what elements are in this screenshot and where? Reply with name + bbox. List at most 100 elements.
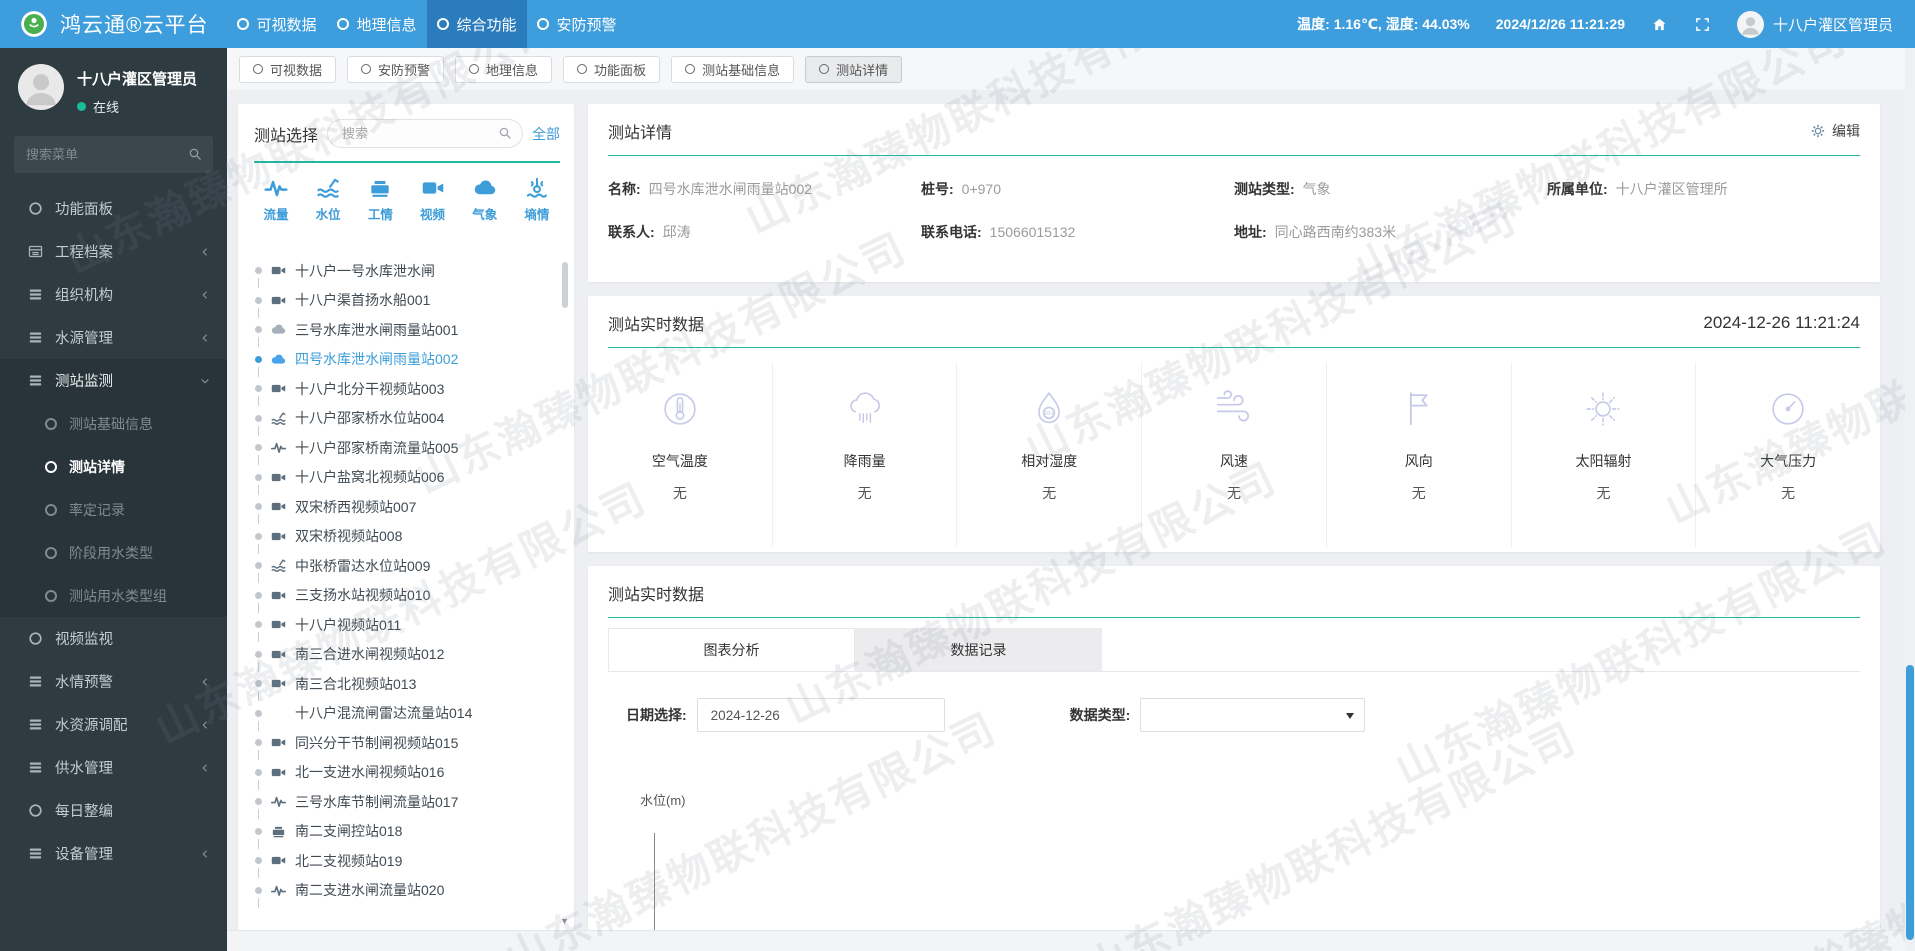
chart-tab[interactable]: 图表分析 <box>608 628 855 671</box>
metric-card: 降雨量无 <box>772 362 957 548</box>
tree-item[interactable]: 十八户一号水库泄水闸 <box>255 256 558 286</box>
tree-item[interactable]: 十八户视频站011 <box>255 610 558 640</box>
user-menu[interactable]: 十八户灌区管理员 <box>1737 11 1893 38</box>
open-tab[interactable]: 测站详情 <box>805 56 902 83</box>
tree-item[interactable]: 十八户北分干视频站003 <box>255 374 558 404</box>
sidebar-submenu-item[interactable]: 测站用水类型组 <box>0 574 227 617</box>
edit-label: 编辑 <box>1832 121 1860 141</box>
tree-item[interactable]: 南二支进水闸流量站020 <box>255 876 558 906</box>
page-scrollbar[interactable] <box>1905 48 1915 951</box>
tree-item[interactable]: 同兴分干节制闸视频站015 <box>255 728 558 758</box>
station-filter-video[interactable]: 视频 <box>411 175 455 223</box>
list-icon <box>27 845 44 862</box>
user-avatar-icon <box>1737 11 1764 38</box>
chart-tab[interactable]: 数据记录 <box>855 628 1102 671</box>
tree-item[interactable]: 四号水库泄水闸雨量站002 <box>255 345 558 375</box>
sidebar-menu-item[interactable]: 设备管理 <box>0 832 227 875</box>
tree-scroll-down-icon[interactable]: ▼ <box>560 917 569 926</box>
sidebar-submenu-item[interactable]: 阶段用水类型 <box>0 531 227 574</box>
tree-item[interactable]: 北二支视频站019 <box>255 846 558 876</box>
topbar-nav-item[interactable]: 安防预警 <box>527 0 627 48</box>
station-search-input[interactable] <box>327 119 523 148</box>
online-dot-icon <box>77 102 86 111</box>
sidebar-menu-item[interactable]: 测站监测 <box>0 359 227 402</box>
sidebar-menu-item[interactable]: 视频监视 <box>0 617 227 660</box>
detail-fields-row2: 联系人:邱涛联系电话:15066015132地址:同心路西南约383米 <box>588 222 1880 242</box>
video-icon <box>270 262 287 279</box>
station-filter-gate[interactable]: 工情 <box>358 175 402 223</box>
date-picker[interactable]: 2024-12-26 <box>697 698 945 732</box>
chart-area: 水位(m) <box>640 790 1880 930</box>
sidebar-submenu-item[interactable]: 测站详情 <box>0 445 227 488</box>
tree-item[interactable]: 北一支进水闸视频站016 <box>255 758 558 788</box>
tree-item[interactable]: 双宋桥西视频站007 <box>255 492 558 522</box>
tree-item[interactable]: 十八户渠首扬水船001 <box>255 286 558 316</box>
topbar-nav: 可视数据地理信息综合功能安防预警 <box>227 0 627 48</box>
tree-bullet-icon <box>255 326 262 333</box>
open-tab[interactable]: 地理信息 <box>455 56 552 83</box>
field-value: 邱涛 <box>663 222 691 242</box>
metric-card: 大气压力无 <box>1695 362 1880 548</box>
edit-button[interactable]: 编辑 <box>1810 121 1860 141</box>
station-filter-soil[interactable]: 墒情 <box>515 175 559 223</box>
detail-field: 联系电话:15066015132 <box>921 222 1234 242</box>
tree-scrollbar[interactable] <box>562 262 568 308</box>
detail-field: 名称:四号水库泄水闸雨量站002 <box>608 179 921 199</box>
station-filter-label: 流量 <box>263 204 288 223</box>
sidebar-menu-item[interactable]: 工程档案 <box>0 230 227 273</box>
tree-item[interactable]: 十八户邵家桥南流量站005 <box>255 433 558 463</box>
station-filter-flow[interactable]: 流量 <box>254 175 298 223</box>
sidebar-menu-item[interactable]: 水资源调配 <box>0 703 227 746</box>
realtime-data-card: 测站实时数据 2024-12-26 11:21:24 空气温度无降雨量无RH相对… <box>588 296 1880 552</box>
sidebar-submenu-label: 测站用水类型组 <box>69 586 167 606</box>
sidebar-menu-item[interactable]: 水情预警 <box>0 660 227 703</box>
topbar-nav-item[interactable]: 地理信息 <box>327 0 427 48</box>
tree-item[interactable]: 中张桥雷达水位站009 <box>255 551 558 581</box>
tree-item[interactable]: 双宋桥视频站008 <box>255 522 558 552</box>
page-scrollbar-thumb[interactable] <box>1906 665 1914 940</box>
sidebar-search-input[interactable] <box>14 136 213 173</box>
sidebar-menu-item[interactable]: 水源管理 <box>0 316 227 359</box>
sidebar-menu-item[interactable]: 组织机构 <box>0 273 227 316</box>
metric-card: RH相对湿度无 <box>956 362 1141 548</box>
tree-item[interactable]: 十八户混流闸雷达流量站014 <box>255 699 558 729</box>
tree-item[interactable]: 十八户邵家桥水位站004 <box>255 404 558 434</box>
search-icon <box>187 146 203 162</box>
tree-bullet-icon <box>255 739 262 746</box>
sidebar-menu-item[interactable]: 供水管理 <box>0 746 227 789</box>
data-type-select[interactable] <box>1140 698 1365 732</box>
station-filter-level[interactable]: 水位 <box>306 175 350 223</box>
tree-item-label: 南三合北视频站013 <box>295 674 416 694</box>
topbar-nav-item[interactable]: 综合功能 <box>427 0 527 48</box>
sidebar-submenu-item[interactable]: 测站基础信息 <box>0 402 227 445</box>
open-tab[interactable]: 功能面板 <box>563 56 660 83</box>
topbar-nav-item[interactable]: 可视数据 <box>227 0 327 48</box>
tree-item[interactable]: 十八户盐窝北视频站006 <box>255 463 558 493</box>
metric-card: 风向无 <box>1326 362 1511 548</box>
tree-item[interactable]: 南三合北视频站013 <box>255 669 558 699</box>
tree-item[interactable]: 三号水库节制闸流量站017 <box>255 787 558 817</box>
all-stations-link[interactable]: 全部 <box>532 124 560 144</box>
chart-filter-form: 日期选择: 2024-12-26 数据类型: <box>626 698 1880 732</box>
fullscreen-icon[interactable] <box>1694 16 1711 33</box>
video-icon <box>270 616 287 633</box>
metric-label: 相对湿度 <box>1021 451 1077 471</box>
open-tab[interactable]: 安防预警 <box>347 56 444 83</box>
profile-avatar-icon[interactable] <box>18 64 64 110</box>
tree-item[interactable]: 南三合进水闸视频站012 <box>255 640 558 670</box>
metric-value: 无 <box>1781 483 1795 503</box>
sidebar-menu-item[interactable]: 功能面板 <box>0 187 227 230</box>
tree-item[interactable]: 三号水库泄水闸雨量站001 <box>255 315 558 345</box>
sidebar-submenu-item[interactable]: 率定记录 <box>0 488 227 531</box>
open-tab[interactable]: 可视数据 <box>239 56 336 83</box>
tree-item[interactable]: 南二支闸控站018 <box>255 817 558 847</box>
station-filter-cloud[interactable]: 气象 <box>463 175 507 223</box>
sidebar-menu-item[interactable]: 每日整编 <box>0 789 227 832</box>
cloud-icon <box>270 351 287 368</box>
home-icon[interactable] <box>1651 16 1668 33</box>
station-type-filters: 流量水位工情视频气象墒情 <box>238 163 574 231</box>
tree-item[interactable]: 三支扬水站视频站010 <box>255 581 558 611</box>
open-tab[interactable]: 测站基础信息 <box>671 56 794 83</box>
sidebar-menu-label: 每日整编 <box>55 800 113 821</box>
station-filter-label: 工情 <box>368 204 393 223</box>
